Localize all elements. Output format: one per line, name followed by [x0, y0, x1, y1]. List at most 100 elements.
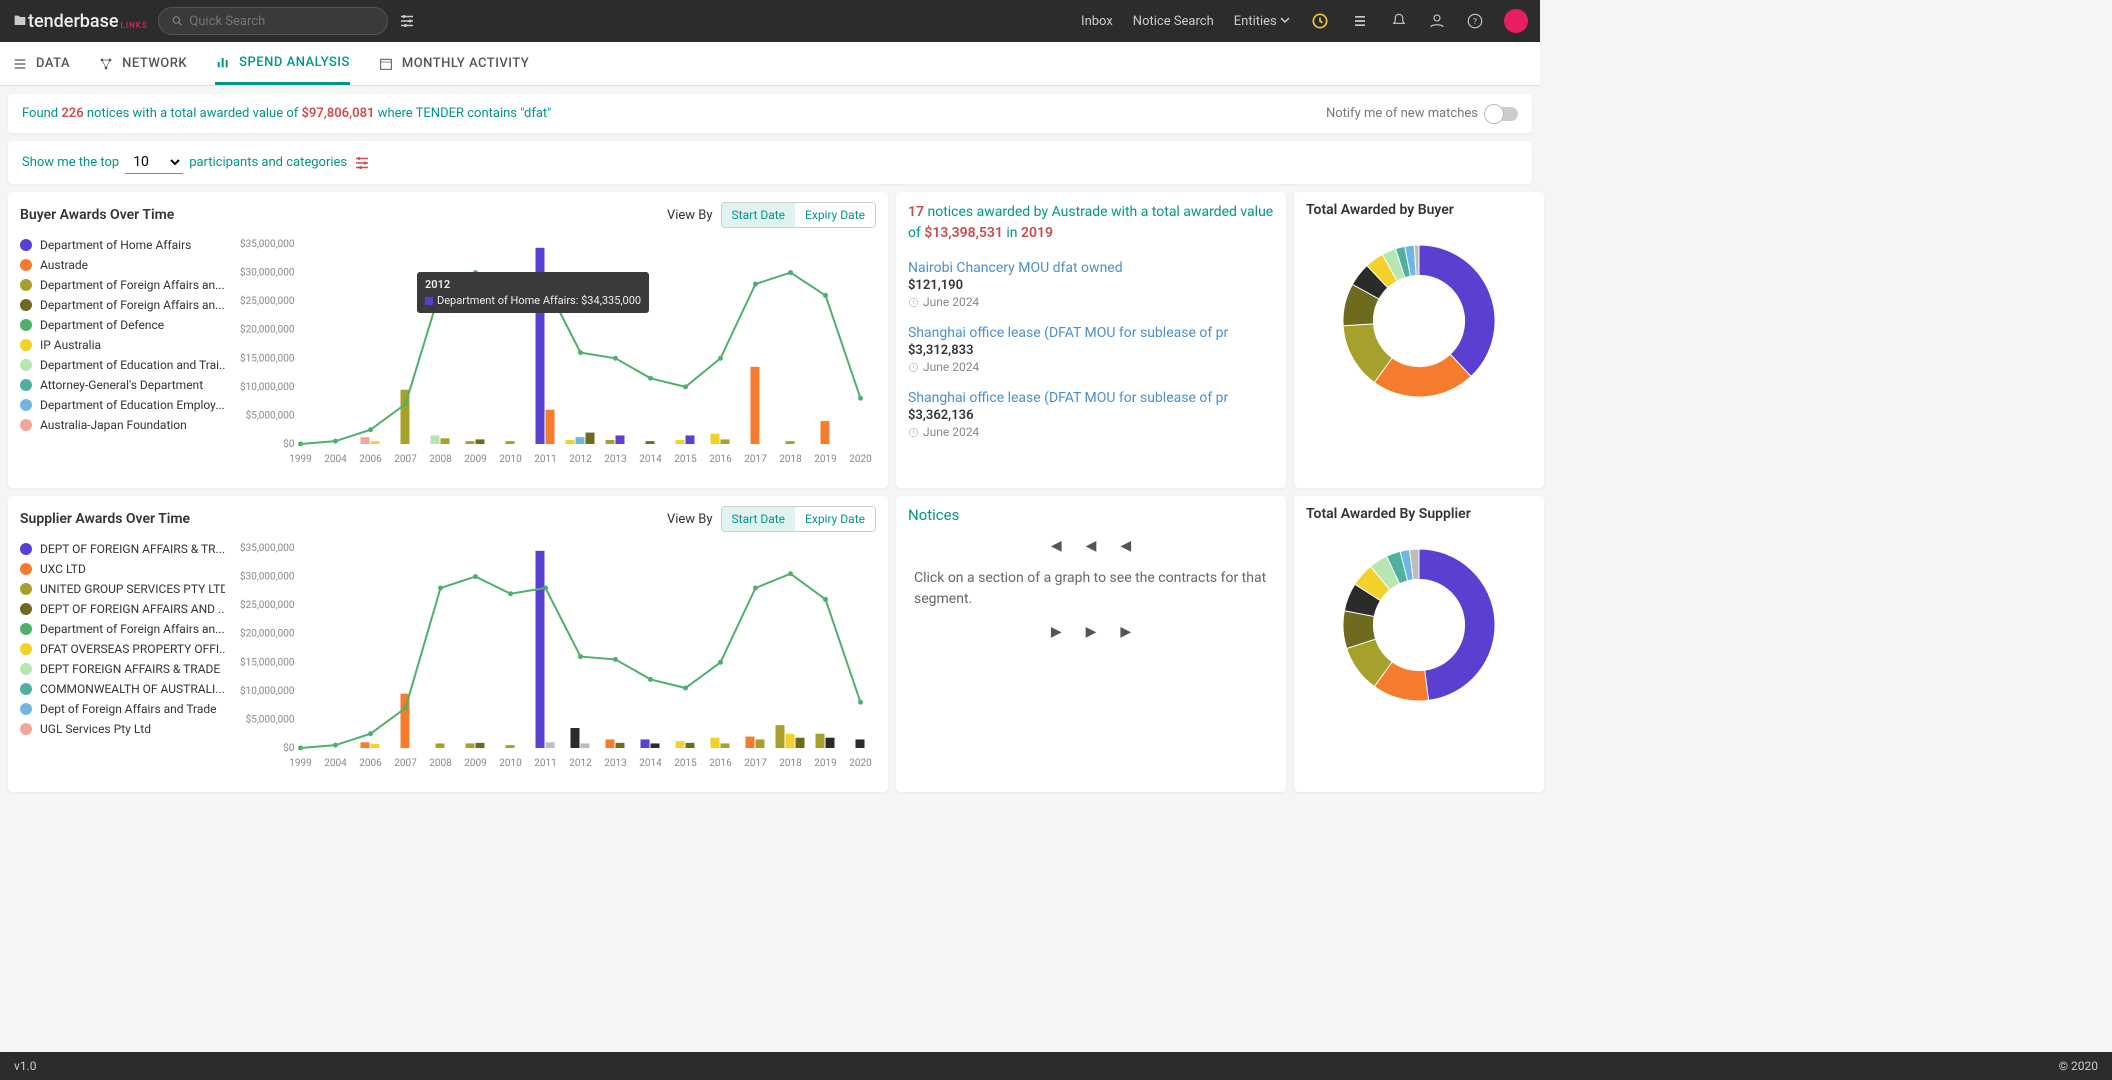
- legend-label: Attorney-General's Department: [40, 378, 203, 392]
- arrow-next2[interactable]: ▶: [1086, 624, 1097, 640]
- legend-item[interactable]: DEPT FOREIGN AFFAIRS & TRADE: [20, 662, 225, 676]
- legend-item[interactable]: Department of Defence: [20, 318, 225, 332]
- nav-inbox[interactable]: Inbox: [1081, 14, 1113, 29]
- legend-dot: [20, 419, 32, 431]
- legend-label: UGL Services Pty Ltd: [40, 722, 151, 736]
- notice-link[interactable]: Shanghai office lease (DFAT MOU for subl…: [908, 390, 1274, 406]
- legend-dot: [20, 563, 32, 575]
- filter-pre: Show me the top: [22, 155, 119, 170]
- legend-dot: [20, 543, 32, 555]
- main-tabs: DATA NETWORK SPEND ANALYSIS MONTHLY ACTI…: [0, 42, 1540, 86]
- svg-text:2014: 2014: [639, 758, 662, 769]
- buyer-chart[interactable]: $35,000,000$30,000,000$25,000,000$20,000…: [225, 234, 876, 478]
- summary-bar: Found 226 notices with a total awarded v…: [8, 94, 1532, 133]
- nav-right: Inbox Notice Search Entities ?: [1081, 9, 1528, 33]
- bell-icon[interactable]: [1390, 12, 1408, 30]
- tab-network[interactable]: NETWORK: [98, 42, 187, 85]
- notice-amount: $3,312,833: [908, 343, 1274, 358]
- legend-label: Australia-Japan Foundation: [40, 418, 187, 432]
- legend-item[interactable]: Department of Foreign Affairs an...: [20, 622, 225, 636]
- legend-item[interactable]: Department of Foreign Affairs an...: [20, 278, 225, 292]
- total-buyer-panel: Total Awarded by Buyer: [1294, 192, 1544, 488]
- arrow-first[interactable]: ◀: [1051, 538, 1062, 554]
- menu-icon: [12, 56, 28, 72]
- svg-text:2012: 2012: [569, 454, 592, 465]
- topn-select[interactable]: 10: [125, 151, 183, 174]
- legend-item[interactable]: Department of Education and Trai...: [20, 358, 225, 372]
- viewby-expiry[interactable]: Expiry Date: [795, 507, 875, 531]
- notice-list[interactable]: Nairobi Chancery MOU dfat owned$121,190 …: [908, 252, 1274, 442]
- tab-data[interactable]: DATA: [12, 42, 70, 85]
- legend-item[interactable]: UXC LTD: [20, 562, 225, 576]
- supplier-donut[interactable]: [1324, 530, 1514, 720]
- viewby-expiry[interactable]: Expiry Date: [795, 203, 875, 227]
- legend-item[interactable]: UGL Services Pty Ltd: [20, 722, 225, 736]
- svg-text:2018: 2018: [779, 454, 802, 465]
- legend-dot: [20, 239, 32, 251]
- search-input[interactable]: [189, 14, 374, 29]
- avatar[interactable]: [1504, 9, 1528, 33]
- nav-notice-search[interactable]: Notice Search: [1133, 14, 1214, 29]
- list-icon[interactable]: [1350, 11, 1370, 31]
- legend-item[interactable]: DEPT OF FOREIGN AFFAIRS AND ...: [20, 602, 225, 616]
- svg-text:2013: 2013: [604, 454, 626, 465]
- svg-text:2009: 2009: [464, 758, 486, 769]
- help-icon[interactable]: ?: [1466, 12, 1484, 30]
- buyer-donut[interactable]: [1324, 226, 1514, 416]
- arrow-prev2[interactable]: ◀: [1120, 538, 1131, 554]
- nav-entities[interactable]: Entities: [1234, 14, 1290, 29]
- quick-search[interactable]: [158, 7, 388, 35]
- legend-item[interactable]: Austrade: [20, 258, 225, 272]
- toggle-switch[interactable]: [1486, 107, 1518, 121]
- legend-label: Dept of Foreign Affairs and Trade: [40, 702, 217, 716]
- viewby-start[interactable]: Start Date: [722, 203, 796, 227]
- brand-logo[interactable]: tenderbase LINKS: [12, 11, 148, 32]
- legend-dot: [20, 379, 32, 391]
- arrow-last[interactable]: ▶: [1120, 624, 1131, 640]
- supplier-chart[interactable]: $35,000,000$30,000,000$25,000,000$20,000…: [225, 538, 876, 782]
- legend-dot: [20, 703, 32, 715]
- svg-text:2010: 2010: [499, 758, 522, 769]
- svg-text:2011: 2011: [534, 758, 556, 769]
- notice-link[interactable]: Shanghai office lease (DFAT MOU for subl…: [908, 325, 1274, 341]
- legend-item[interactable]: DFAT OVERSEAS PROPERTY OFFI...: [20, 642, 225, 656]
- legend-item[interactable]: COMMONWEALTH OF AUSTRALI...: [20, 682, 225, 696]
- notice-link[interactable]: Nairobi Chancery MOU dfat owned: [908, 260, 1274, 276]
- tune-icon[interactable]: [353, 154, 371, 172]
- legend-item[interactable]: Australia-Japan Foundation: [20, 418, 225, 432]
- legend-item[interactable]: Attorney-General's Department: [20, 378, 225, 392]
- legend-dot: [20, 623, 32, 635]
- history-icon[interactable]: [1310, 11, 1330, 31]
- tab-spend-analysis[interactable]: SPEND ANALYSIS: [215, 42, 350, 85]
- svg-text:2015: 2015: [674, 758, 697, 769]
- legend-item[interactable]: Dept of Foreign Affairs and Trade: [20, 702, 225, 716]
- footer: v1.0 © 2020: [0, 1052, 2112, 1080]
- legend-item[interactable]: IP Australia: [20, 338, 225, 352]
- notice-amount: $121,190: [908, 278, 1274, 293]
- tab-monthly-activity[interactable]: MONTHLY ACTIVITY: [378, 42, 529, 85]
- tune-icon[interactable]: [398, 12, 416, 30]
- viewby-start[interactable]: Start Date: [722, 507, 796, 531]
- arrow-next[interactable]: ▶: [1051, 624, 1062, 640]
- svg-text:$30,000,000: $30,000,000: [240, 570, 295, 583]
- svg-text:$30,000,000: $30,000,000: [240, 266, 295, 279]
- notice-item: Nairobi Chancery MOU dfat owned$121,190 …: [908, 252, 1274, 317]
- legend-dot: [20, 683, 32, 695]
- notify-toggle[interactable]: Notify me of new matches: [1326, 106, 1518, 121]
- svg-text:$10,000,000: $10,000,000: [240, 684, 295, 697]
- svg-text:2018: 2018: [779, 758, 802, 769]
- legend-label: COMMONWEALTH OF AUSTRALI...: [40, 682, 225, 696]
- legend-item[interactable]: UNITED GROUP SERVICES PTY LTD: [20, 582, 225, 596]
- svg-text:2014: 2014: [639, 454, 662, 465]
- legend-item[interactable]: Department of Education Employ...: [20, 398, 225, 412]
- legend-item[interactable]: Department of Home Affairs: [20, 238, 225, 252]
- svg-text:$10,000,000: $10,000,000: [240, 380, 295, 393]
- legend-label: IP Australia: [40, 338, 101, 352]
- legend-item[interactable]: DEPT OF FOREIGN AFFAIRS & TR...: [20, 542, 225, 556]
- folder-icon: [12, 13, 28, 29]
- svg-text:$15,000,000: $15,000,000: [240, 351, 295, 364]
- person-icon[interactable]: [1428, 12, 1446, 30]
- svg-text:2012: 2012: [569, 758, 592, 769]
- arrow-prev[interactable]: ◀: [1086, 538, 1097, 554]
- legend-item[interactable]: Department of Foreign Affairs an...: [20, 298, 225, 312]
